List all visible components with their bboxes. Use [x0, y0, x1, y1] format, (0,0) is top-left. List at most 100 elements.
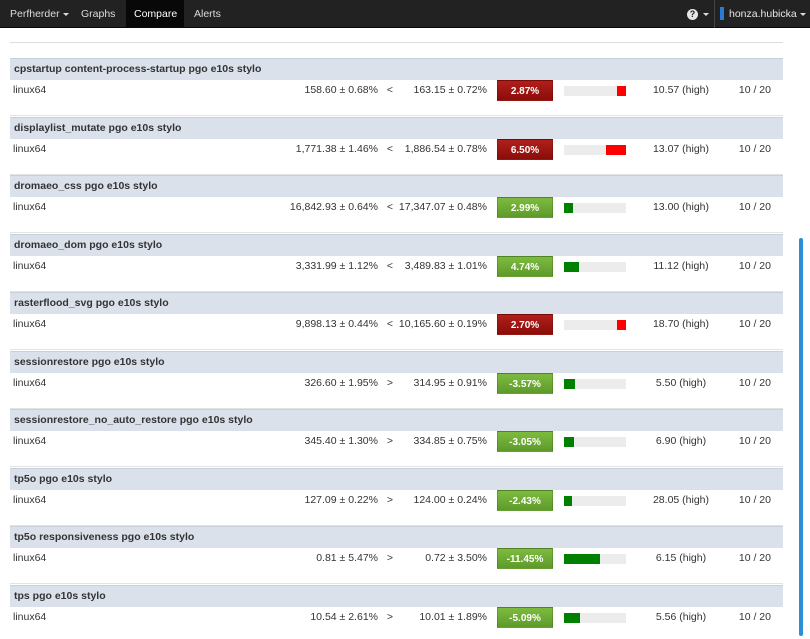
compare-results-panel: cpstartup content-process-startup pgo e1…: [0, 28, 796, 639]
magnitude-bar: [564, 86, 626, 96]
test-group: tps pgo e10s stylo linux64 10.54 ± 2.61%…: [10, 584, 783, 639]
platform-cell[interactable]: linux64: [13, 431, 46, 452]
delta-badge: 4.74%: [497, 255, 553, 277]
base-value-cell: 345.40 ± 1.30%: [304, 435, 379, 447]
test-name[interactable]: tp5o responsiveness pgo e10s stylo: [14, 527, 194, 548]
test-header: tp5o pgo e10s stylo: [10, 467, 783, 490]
platform-cell[interactable]: linux64: [13, 607, 46, 628]
comparison-sign: >: [386, 493, 394, 506]
new-value-cell: 163.15 ± 0.72%: [413, 84, 488, 96]
confidence-cell: 5.56 (high): [655, 610, 707, 623]
new-value-cell: 124.00 ± 0.24%: [413, 493, 488, 506]
comparison-sign: >: [386, 376, 394, 389]
test-header: sessionrestore_no_auto_restore pgo e10s …: [10, 409, 783, 431]
comparison-sign: <: [386, 318, 394, 330]
platform-cell[interactable]: linux64: [13, 314, 46, 335]
magnitude-bar: [564, 378, 626, 389]
magnitude-bar-fill: [564, 203, 573, 213]
magnitude-bar: [564, 320, 626, 330]
confidence-cell: 6.15 (high): [655, 552, 707, 564]
base-value-cell: 127.09 ± 0.22%: [304, 493, 379, 506]
test-name[interactable]: sessionrestore pgo e10s stylo: [14, 352, 165, 373]
runs-cell[interactable]: 10 / 20: [715, 490, 771, 511]
runs-cell[interactable]: 10 / 20: [715, 314, 771, 335]
magnitude-bar-fill: [564, 261, 579, 272]
platform-cell[interactable]: linux64: [13, 139, 46, 160]
magnitude-bar: [564, 203, 626, 213]
delta-badge: 2.99%: [497, 197, 553, 218]
test-group: tp5o pgo e10s stylo linux64 127.09 ± 0.2…: [10, 467, 783, 527]
runs-cell[interactable]: 10 / 20: [715, 197, 771, 218]
nav-compare[interactable]: Compare: [126, 0, 184, 28]
runs-cell[interactable]: 10 / 20: [715, 139, 771, 160]
comparison-sign: >: [386, 552, 394, 564]
test-name[interactable]: cpstartup content-process-startup pgo e1…: [14, 59, 261, 80]
comparison-sign: >: [386, 435, 394, 447]
platform-cell[interactable]: linux64: [13, 256, 46, 277]
platform-cell[interactable]: linux64: [13, 490, 46, 511]
test-name[interactable]: sessionrestore_no_auto_restore pgo e10s …: [14, 410, 253, 431]
results-table: cpstartup content-process-startup pgo e1…: [10, 58, 783, 639]
delta-badge: -2.43%: [497, 489, 553, 511]
comparison-sign: <: [386, 259, 394, 272]
test-header: tps pgo e10s stylo: [10, 584, 783, 607]
help-menu[interactable]: ?: [683, 0, 713, 28]
table-row: linux64 10.54 ± 2.61% > 10.01 ± 1.89% -5…: [10, 606, 783, 639]
test-header: sessionrestore pgo e10s stylo: [10, 350, 783, 373]
table-row: linux64 127.09 ± 0.22% > 124.00 ± 0.24% …: [10, 489, 783, 526]
test-group: tp5o responsiveness pgo e10s stylo linux…: [10, 526, 783, 585]
comparison-sign: <: [386, 201, 394, 213]
brand-label: Perfherder: [10, 8, 60, 20]
base-value-cell: 9,898.13 ± 0.44%: [295, 318, 378, 330]
base-value-cell: 10.54 ± 2.61%: [310, 610, 378, 623]
new-value-cell: 3,489.83 ± 1.01%: [404, 259, 487, 272]
runs-cell[interactable]: 10 / 20: [715, 80, 771, 101]
chevron-down-icon: [62, 12, 69, 16]
new-value-cell: 17,347.07 ± 0.48%: [398, 201, 487, 213]
magnitude-bar: [564, 144, 626, 155]
test-name[interactable]: rasterflood_svg pgo e10s stylo: [14, 293, 169, 314]
magnitude-bar: [564, 612, 626, 623]
new-value-cell: 334.85 ± 0.75%: [413, 435, 488, 447]
platform-cell[interactable]: linux64: [13, 80, 46, 101]
confidence-cell: 6.90 (high): [655, 435, 707, 447]
test-group: cpstartup content-process-startup pgo e1…: [10, 58, 783, 117]
base-value-cell: 3,331.99 ± 1.12%: [295, 259, 378, 272]
user-menu[interactable]: honza.hubicka: [716, 0, 806, 28]
platform-cell[interactable]: linux64: [13, 373, 46, 394]
nav-graphs[interactable]: Graphs: [73, 0, 123, 28]
magnitude-bar-fill: [617, 86, 626, 96]
test-name[interactable]: dromaeo_css pgo e10s stylo: [14, 176, 158, 197]
runs-cell[interactable]: 10 / 20: [715, 607, 771, 628]
runs-cell[interactable]: 10 / 20: [715, 373, 771, 394]
magnitude-bar-fill: [564, 437, 574, 447]
scrollbar-thumb[interactable]: [799, 238, 803, 636]
delta-badge: -3.05%: [497, 431, 553, 452]
test-name[interactable]: displaylist_mutate pgo e10s stylo: [14, 118, 181, 139]
test-group: dromaeo_dom pgo e10s stylo linux64 3,331…: [10, 233, 783, 293]
test-header: dromaeo_css pgo e10s stylo: [10, 175, 783, 197]
brand-menu[interactable]: Perfherder: [2, 0, 77, 28]
page-scrollbar[interactable]: [796, 28, 810, 639]
test-group: sessionrestore pgo e10s stylo linux64 32…: [10, 350, 783, 410]
runs-cell[interactable]: 10 / 20: [715, 548, 771, 569]
confidence-cell: 10.57 (high): [652, 84, 710, 96]
magnitude-bar: [564, 554, 626, 564]
confidence-cell: 5.50 (high): [655, 376, 707, 389]
comparison-sign: >: [386, 610, 394, 623]
platform-cell[interactable]: linux64: [13, 548, 46, 569]
base-value-cell: 158.60 ± 0.68%: [304, 84, 379, 96]
test-name[interactable]: dromaeo_dom pgo e10s stylo: [14, 235, 162, 256]
magnitude-bar-fill: [617, 320, 626, 330]
table-row: linux64 0.81 ± 5.47% > 0.72 ± 3.50% -11.…: [10, 548, 783, 584]
runs-cell[interactable]: 10 / 20: [715, 256, 771, 277]
platform-cell[interactable]: linux64: [13, 197, 46, 218]
test-name[interactable]: tp5o pgo e10s stylo: [14, 469, 112, 490]
test-header: cpstartup content-process-startup pgo e1…: [10, 58, 783, 80]
test-name[interactable]: tps pgo e10s stylo: [14, 586, 106, 607]
test-header: dromaeo_dom pgo e10s stylo: [10, 233, 783, 256]
runs-cell[interactable]: 10 / 20: [715, 431, 771, 452]
comparison-sign: <: [386, 84, 394, 96]
confidence-cell: 11.12 (high): [653, 259, 709, 272]
nav-alerts[interactable]: Alerts: [186, 0, 229, 28]
